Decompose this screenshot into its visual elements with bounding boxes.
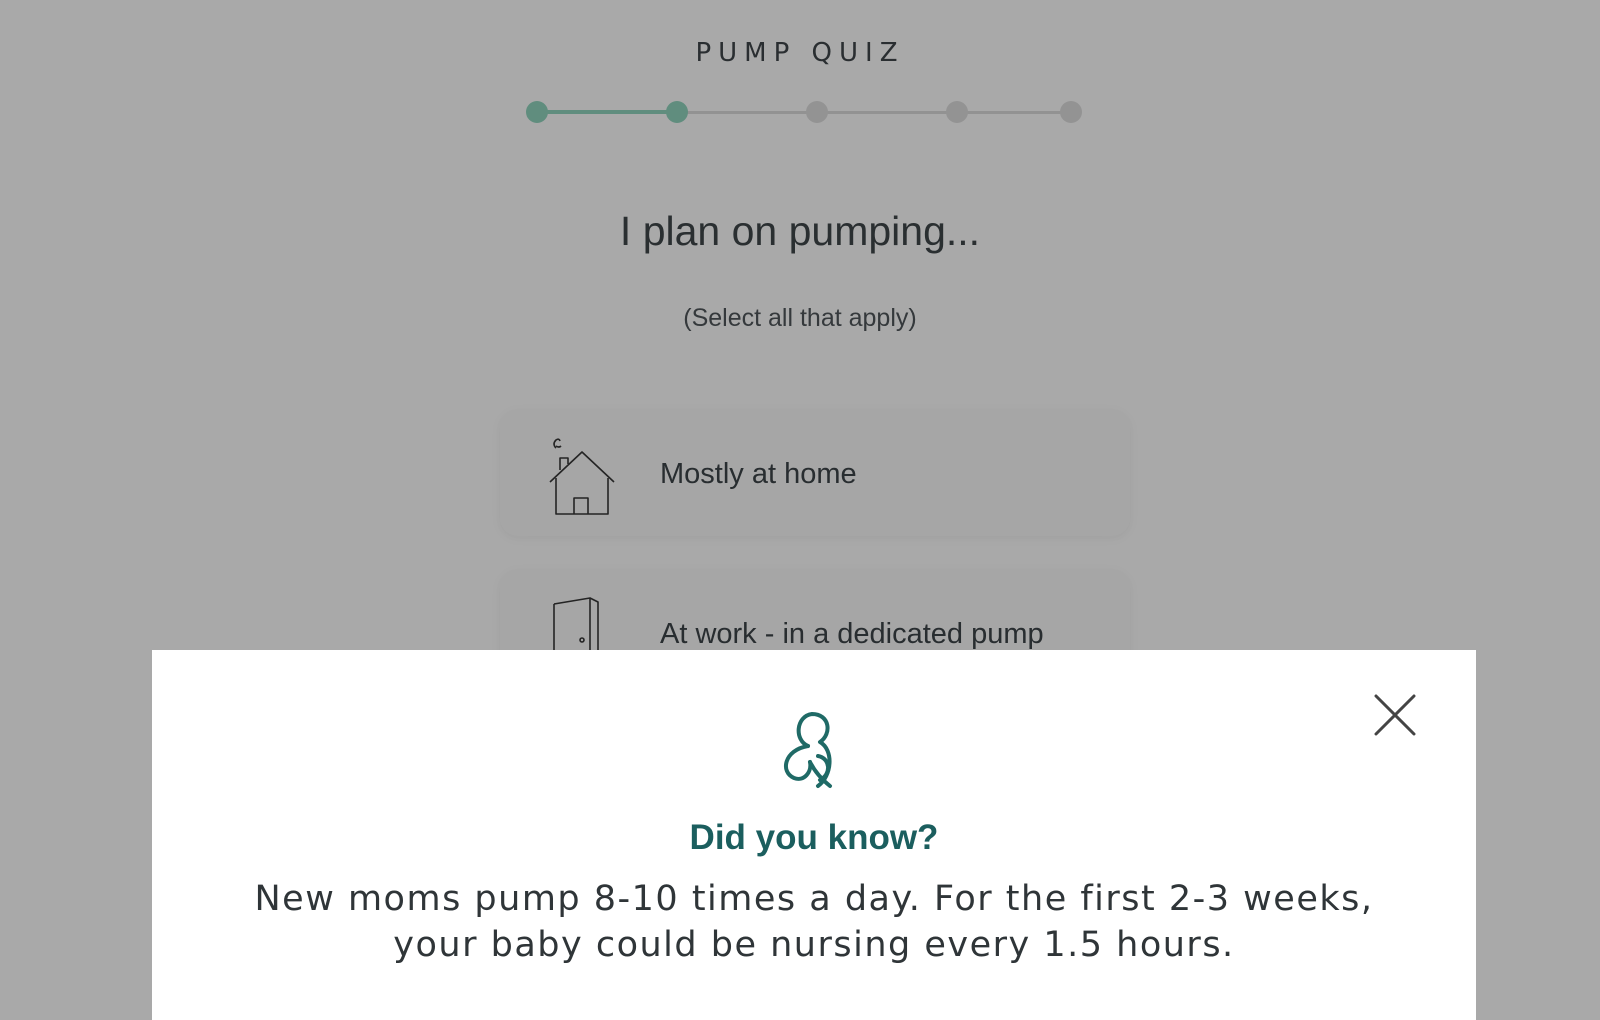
modal-heading: Did you know? <box>689 818 939 857</box>
mother-baby-leaf-logo-icon <box>783 712 832 788</box>
close-icon[interactable] <box>1370 690 1420 740</box>
did-you-know-modal: Did you know? New moms pump 8-10 times a… <box>152 650 1476 1020</box>
modal-body-text: New moms pump 8-10 times a day. For the … <box>254 879 1374 965</box>
